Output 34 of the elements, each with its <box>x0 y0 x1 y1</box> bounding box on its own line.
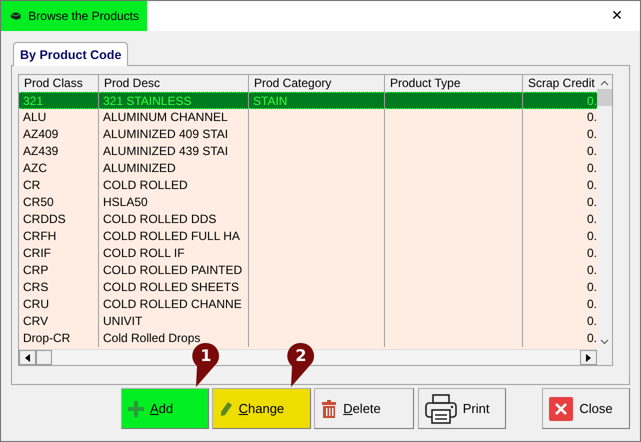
right-arrow-icon <box>586 354 591 362</box>
table-cell: 321 <box>19 92 99 109</box>
table-cell: STAIN <box>249 92 385 109</box>
scroll-left-button[interactable] <box>19 350 36 365</box>
delete-button[interactable]: Delete <box>314 388 414 429</box>
callout-marker: 1 <box>192 342 220 388</box>
change-button[interactable]: Change <box>212 388 312 429</box>
scroll-thumb[interactable] <box>36 350 52 365</box>
callout-marker: 2 <box>287 342 315 388</box>
trash-icon <box>321 400 338 418</box>
tab[interactable]: By Product Code <box>13 42 128 66</box>
plus-icon <box>128 400 144 416</box>
print-button[interactable]: Print <box>418 388 506 429</box>
table-cell: 321 STAINLESS <box>99 92 249 109</box>
left-arrow-icon <box>25 354 30 362</box>
pencil-icon <box>218 400 233 416</box>
printer-icon <box>424 394 457 424</box>
close-icon <box>549 396 574 420</box>
column-header[interactable]: Prod Desc <box>99 75 249 93</box>
window-title: Browse the Products <box>28 9 139 23</box>
horizontal-scrollbar[interactable] <box>19 349 597 365</box>
close-button[interactable]: ✕ <box>594 1 640 31</box>
column-header[interactable]: Prod Category <box>249 75 385 93</box>
close-button[interactable]: Close <box>542 388 630 429</box>
scrollbar-corner <box>597 349 612 365</box>
scroll-thumb[interactable] <box>597 89 612 106</box>
column-header[interactable]: Product Type <box>385 75 523 93</box>
column-header[interactable]: Scrap Credit <box>523 75 597 93</box>
add-button[interactable]: Add <box>121 388 209 429</box>
column-header[interactable]: Prod Class <box>19 75 99 93</box>
table-cell: 0. <box>523 92 597 109</box>
app-icon <box>10 10 22 22</box>
vertical-scrollbar[interactable] <box>597 75 612 349</box>
scroll-right-button[interactable] <box>580 350 597 365</box>
